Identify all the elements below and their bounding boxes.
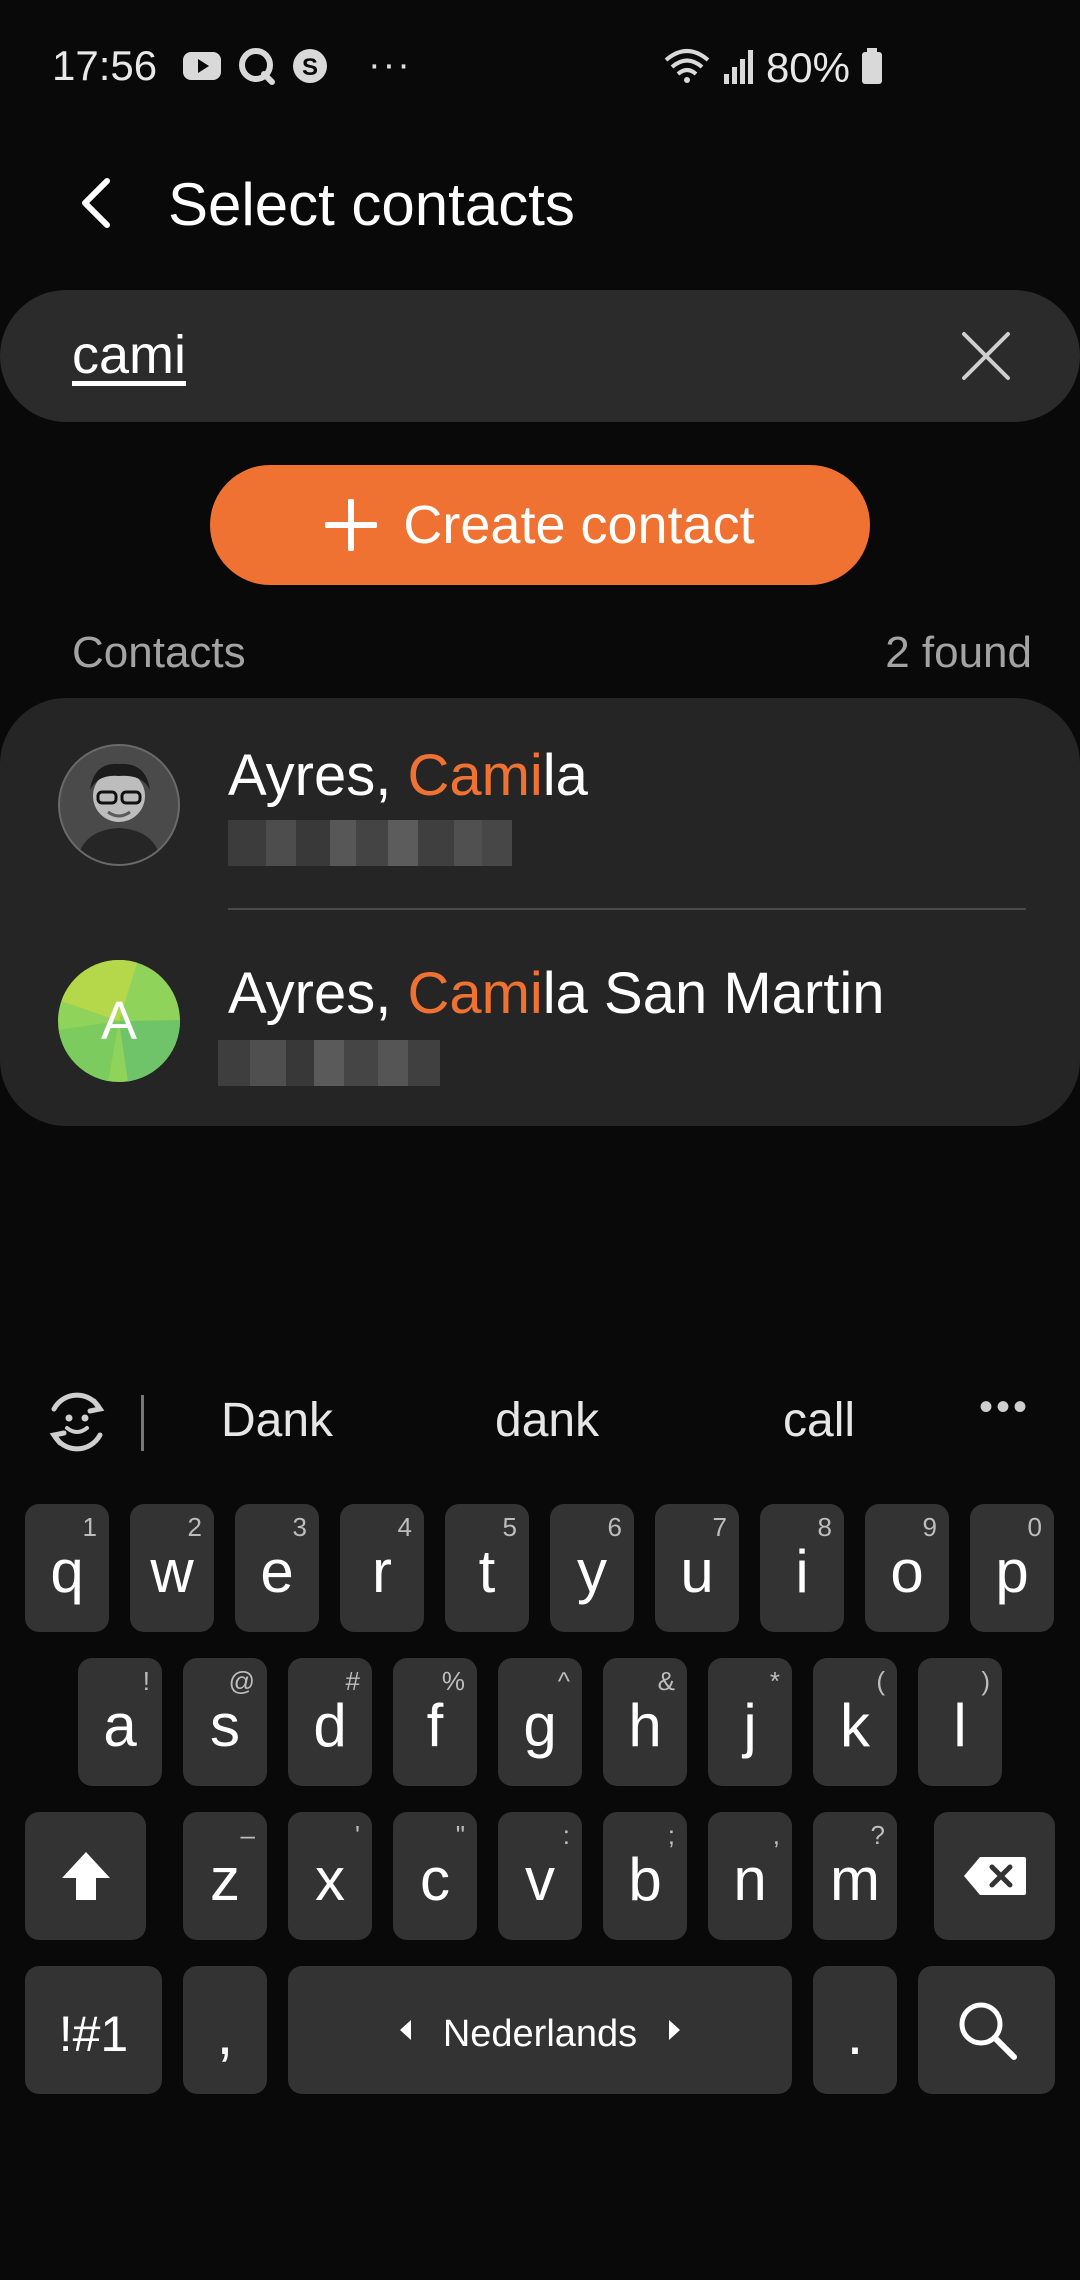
page-title: Select contacts	[168, 171, 575, 238]
battery-icon	[860, 46, 884, 91]
contacts-list: Ayres, Camila A Ayres, Camila San Martin	[0, 698, 1080, 1126]
overflow-icon: ···	[368, 44, 412, 86]
back-button[interactable]	[62, 168, 132, 238]
suggestion-1[interactable]: Dank	[221, 1393, 333, 1448]
search-input[interactable]: cami	[72, 324, 186, 386]
backspace-key[interactable]	[934, 1812, 1055, 1940]
contact-detail-redacted	[218, 1040, 440, 1086]
key-r[interactable]: 4r	[340, 1504, 424, 1632]
plus-icon	[325, 499, 378, 551]
symbols-key[interactable]: !#1	[25, 1966, 162, 2094]
create-contact-label: Create contact	[403, 495, 755, 555]
shift-arrow-icon	[61, 1852, 110, 1900]
list-divider	[228, 908, 1026, 910]
contact-name-match: Cami	[407, 743, 543, 808]
contact-photo-avatar	[58, 744, 180, 866]
key-y[interactable]: 6y	[550, 1504, 634, 1632]
key-s[interactable]: @ s	[183, 1658, 267, 1786]
contact-name-prefix: Ayres,	[228, 961, 408, 1026]
search-icon	[959, 2002, 1017, 2060]
key-f[interactable]: % f	[393, 1658, 477, 1786]
language-label: Nederlands	[442, 2013, 638, 2055]
key-l[interactable]: ) l	[918, 1658, 1002, 1786]
system-status: 80%	[662, 44, 884, 92]
key-b[interactable]: ; b	[603, 1812, 687, 1940]
caret-left-icon	[399, 2020, 411, 2040]
contact-row[interactable]: Ayres, Camila	[0, 698, 1080, 912]
key-a[interactable]: ! a	[78, 1658, 162, 1786]
key-q[interactable]: 1q	[25, 1504, 109, 1632]
key-g[interactable]: ^ g	[498, 1658, 582, 1786]
caret-right-icon	[669, 2020, 681, 2040]
close-icon	[962, 332, 1010, 380]
chevron-left-icon	[82, 178, 110, 228]
contact-detail-redacted	[228, 820, 512, 866]
key-w[interactable]: 2w	[130, 1504, 214, 1632]
status-time: 17:56	[52, 42, 158, 89]
key-z[interactable]: – z	[183, 1812, 267, 1940]
signal-icon	[722, 46, 756, 91]
suggestion-separator	[141, 1395, 144, 1451]
contact-name-suffix: la	[542, 743, 588, 808]
clear-search-button[interactable]	[954, 324, 1018, 388]
shift-key[interactable]	[25, 1812, 146, 1940]
contacts-section-label: Contacts	[72, 628, 246, 677]
contact-name-match: Cami	[407, 961, 543, 1026]
backspace-icon	[963, 1857, 1026, 1895]
period-key[interactable]: .	[813, 1966, 897, 2094]
skype-icon: S	[290, 46, 330, 86]
results-count: 2 found	[885, 628, 1032, 677]
youtube-icon	[182, 46, 222, 86]
status-bar: 17:56 S ··· 80%	[0, 0, 1080, 140]
key-v[interactable]: :v	[498, 1812, 582, 1940]
avatar-letter: A	[100, 991, 138, 1051]
svg-text:S: S	[302, 54, 318, 81]
emoji-toggle-icon[interactable]	[42, 1387, 112, 1457]
key-x[interactable]: ' x	[288, 1812, 372, 1940]
contact-name-suffix: la San Martin	[542, 961, 885, 1026]
search-key[interactable]	[918, 1966, 1055, 2094]
more-options-icon[interactable]: •••	[979, 1385, 1030, 1430]
key-t[interactable]: 5t	[445, 1504, 529, 1632]
wifi-icon	[662, 46, 712, 91]
search-field[interactable]: cami	[0, 290, 1080, 422]
contact-name: Ayres, Camila	[228, 742, 588, 809]
key-j[interactable]: * j	[708, 1658, 792, 1786]
comma-key[interactable]: ,	[183, 1966, 267, 2094]
key-k[interactable]: (k	[813, 1658, 897, 1786]
key-o[interactable]: 9o	[865, 1504, 949, 1632]
key-d[interactable]: # d	[288, 1658, 372, 1786]
key-i[interactable]: 8i	[760, 1504, 844, 1632]
key-h[interactable]: & h	[603, 1658, 687, 1786]
contact-row[interactable]: A Ayres, Camila San Martin	[0, 912, 1080, 1126]
contact-letter-avatar: A	[58, 960, 180, 1082]
key-p[interactable]: 0p	[970, 1504, 1054, 1632]
key-m[interactable]: ? m	[813, 1812, 897, 1940]
key-e[interactable]: 3e	[235, 1504, 319, 1632]
contact-name: Ayres, Camila San Martin	[228, 960, 885, 1027]
space-key[interactable]: Nederlands	[288, 1966, 792, 2094]
chat-icon	[236, 46, 276, 86]
key-n[interactable]: ,n	[708, 1812, 792, 1940]
key-u[interactable]: 7u	[655, 1504, 739, 1632]
suggestion-3[interactable]: call	[783, 1393, 855, 1448]
suggestion-2[interactable]: dank	[495, 1393, 599, 1448]
battery-percent: 80%	[765, 44, 850, 91]
key-c[interactable]: " c	[393, 1812, 477, 1940]
contact-name-prefix: Ayres,	[228, 743, 408, 808]
keyboard-suggestion-bar: Dank dank call •••	[0, 1365, 1080, 1475]
notification-icons: S	[182, 46, 330, 86]
create-contact-button[interactable]: Create contact	[210, 465, 870, 585]
